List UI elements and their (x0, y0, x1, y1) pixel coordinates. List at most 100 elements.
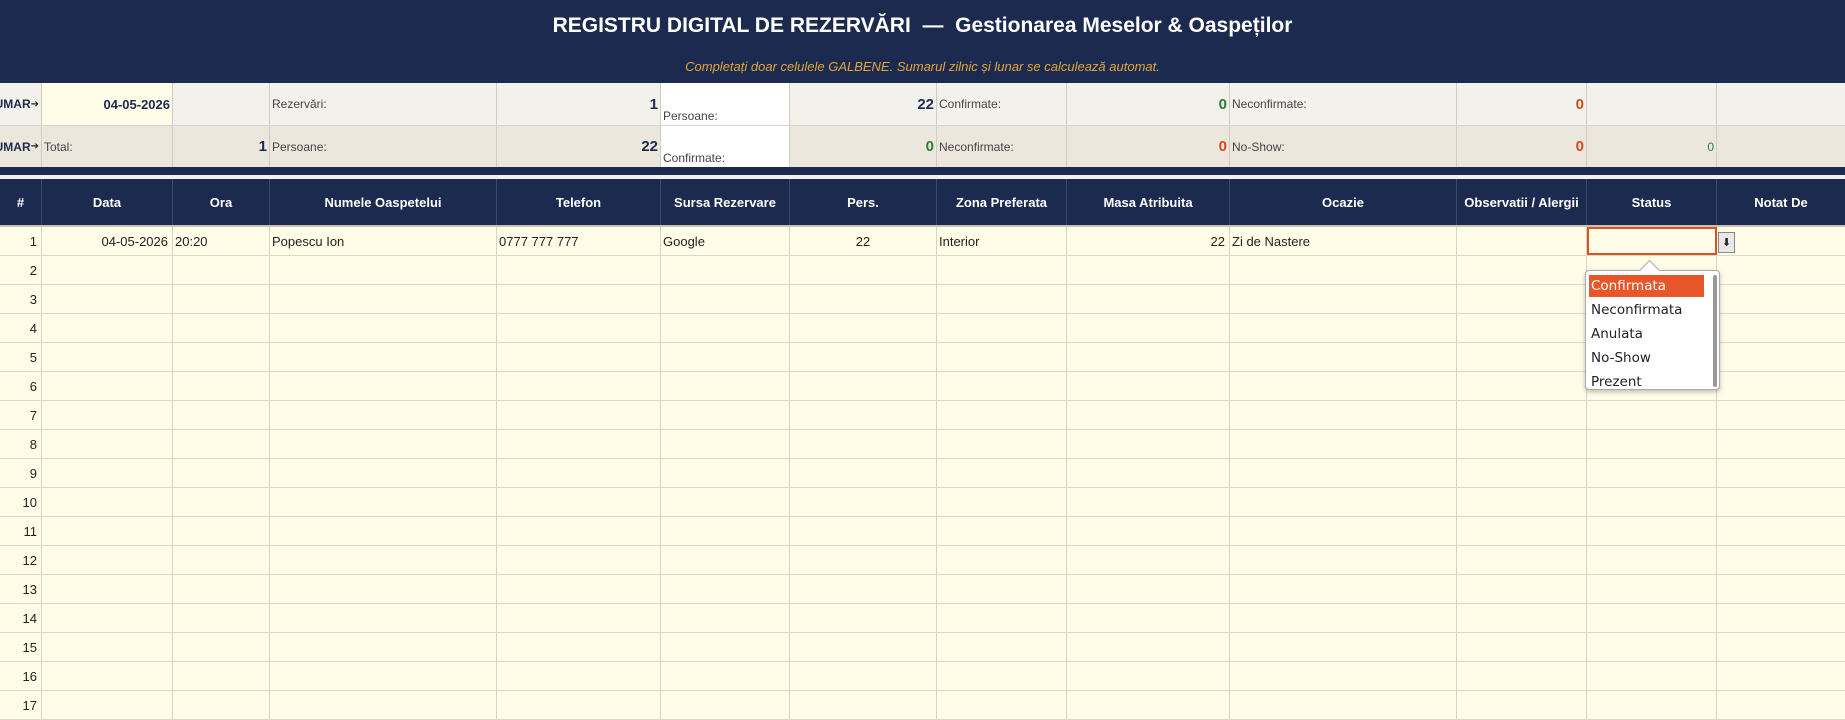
monthly-unconfirmed-label-cell[interactable]: Neconfirmate: (937, 126, 1067, 167)
occasion-cell[interactable] (1230, 633, 1457, 661)
occasion-cell[interactable] (1230, 604, 1457, 632)
source-cell[interactable] (661, 314, 790, 342)
noted-by-cell[interactable] (1717, 604, 1845, 632)
zone-cell[interactable] (937, 517, 1067, 545)
status-cell[interactable] (1587, 488, 1717, 516)
table-cell[interactable] (1067, 575, 1230, 603)
occasion-cell[interactable] (1230, 575, 1457, 603)
column-header[interactable]: Zona Preferata (937, 179, 1067, 225)
occasion-cell[interactable] (1230, 691, 1457, 719)
monthly-persons-label-cell[interactable]: Persoane: (270, 126, 497, 167)
monthly-confirmed-label-cell[interactable]: Confirmate: (661, 126, 790, 167)
zone-cell[interactable] (937, 691, 1067, 719)
date-cell[interactable] (42, 575, 173, 603)
guest-name-cell[interactable] (270, 430, 497, 458)
time-cell[interactable] (173, 314, 270, 342)
notes-cell[interactable] (1457, 430, 1587, 458)
table-cell[interactable] (1067, 662, 1230, 690)
source-cell[interactable] (661, 575, 790, 603)
row-number-cell[interactable]: 14 (0, 604, 42, 632)
zone-cell[interactable] (937, 488, 1067, 516)
persons-cell[interactable] (790, 343, 937, 371)
dropdown-scrollbar[interactable] (1713, 275, 1717, 387)
daily-reservations-label-cell[interactable]: Rezervări: (270, 83, 497, 125)
row-number-cell[interactable]: 13 (0, 575, 42, 603)
daily-confirmed-value-cell[interactable]: 0 (1067, 83, 1230, 125)
notes-cell[interactable] (1457, 401, 1587, 429)
phone-cell[interactable] (497, 401, 661, 429)
time-cell[interactable] (173, 517, 270, 545)
column-header[interactable]: Notat De (1717, 179, 1845, 225)
row-number-cell[interactable]: 3 (0, 285, 42, 313)
persons-cell[interactable] (790, 633, 937, 661)
noted-by-cell[interactable] (1717, 430, 1845, 458)
row-number-cell[interactable]: 9 (0, 459, 42, 487)
status-cell-selected[interactable] (1587, 227, 1717, 255)
daily-reservations-value-cell[interactable]: 1 (497, 83, 661, 125)
zone-cell[interactable] (937, 343, 1067, 371)
noted-by-cell[interactable] (1717, 459, 1845, 487)
table-cell[interactable]: 22 (1067, 227, 1230, 255)
empty-cell[interactable] (1587, 83, 1717, 125)
time-cell[interactable] (173, 430, 270, 458)
persons-cell[interactable] (790, 691, 937, 719)
noted-by-cell[interactable] (1717, 691, 1845, 719)
row-number-cell[interactable]: 12 (0, 546, 42, 574)
row-number-cell[interactable]: 16 (0, 662, 42, 690)
source-cell[interactable] (661, 517, 790, 545)
source-cell[interactable] (661, 285, 790, 313)
column-header[interactable]: Data (42, 179, 173, 225)
notes-cell[interactable] (1457, 546, 1587, 574)
table-cell[interactable] (1067, 430, 1230, 458)
source-cell[interactable] (661, 691, 790, 719)
occasion-cell[interactable] (1230, 256, 1457, 284)
daily-confirmed-label-cell[interactable]: Confirmate: (937, 83, 1067, 125)
persons-cell[interactable] (790, 285, 937, 313)
source-cell[interactable] (661, 662, 790, 690)
noted-by-cell[interactable] (1717, 517, 1845, 545)
persons-cell[interactable] (790, 662, 937, 690)
noted-by-cell[interactable] (1717, 401, 1845, 429)
status-cell[interactable] (1587, 691, 1717, 719)
phone-cell[interactable] (497, 546, 661, 574)
zone-cell[interactable] (937, 604, 1067, 632)
notes-cell[interactable] (1457, 604, 1587, 632)
phone-cell[interactable] (497, 430, 661, 458)
notes-cell[interactable] (1457, 459, 1587, 487)
persons-cell[interactable] (790, 430, 937, 458)
date-cell[interactable] (42, 633, 173, 661)
status-option-no-show[interactable]: No-Show (1589, 347, 1704, 369)
table-cell[interactable] (1067, 604, 1230, 632)
notes-cell[interactable] (1457, 314, 1587, 342)
daily-unconfirmed-label-cell[interactable]: Neconfirmate: (1230, 83, 1457, 125)
phone-cell[interactable]: 0777 777 777 (497, 227, 661, 255)
time-cell[interactable] (173, 256, 270, 284)
guest-name-cell[interactable] (270, 604, 497, 632)
noted-by-cell[interactable] (1717, 343, 1845, 371)
notes-cell[interactable] (1457, 517, 1587, 545)
notes-cell[interactable] (1457, 575, 1587, 603)
source-cell[interactable] (661, 430, 790, 458)
date-cell[interactable] (42, 546, 173, 574)
zone-cell[interactable]: Interior (937, 227, 1067, 255)
occasion-cell[interactable] (1230, 546, 1457, 574)
zone-cell[interactable] (937, 575, 1067, 603)
status-dropdown-button[interactable]: ⬇ (1718, 232, 1735, 253)
notes-cell[interactable] (1457, 256, 1587, 284)
empty-cell[interactable] (173, 83, 270, 125)
row-number-cell[interactable]: 6 (0, 372, 42, 400)
column-header[interactable]: Masa Atribuita (1067, 179, 1230, 225)
noted-by-cell[interactable] (1717, 662, 1845, 690)
guest-name-cell[interactable] (270, 343, 497, 371)
noted-by-cell[interactable] (1717, 285, 1845, 313)
time-cell[interactable] (173, 575, 270, 603)
status-option-anulata[interactable]: Anulata (1589, 323, 1704, 345)
source-cell[interactable] (661, 633, 790, 661)
time-cell[interactable] (173, 401, 270, 429)
row-number-cell[interactable]: 11 (0, 517, 42, 545)
time-cell[interactable] (173, 633, 270, 661)
table-cell[interactable] (1067, 401, 1230, 429)
column-header[interactable]: Pers. (790, 179, 937, 225)
occasion-cell[interactable] (1230, 372, 1457, 400)
status-cell[interactable] (1587, 546, 1717, 574)
